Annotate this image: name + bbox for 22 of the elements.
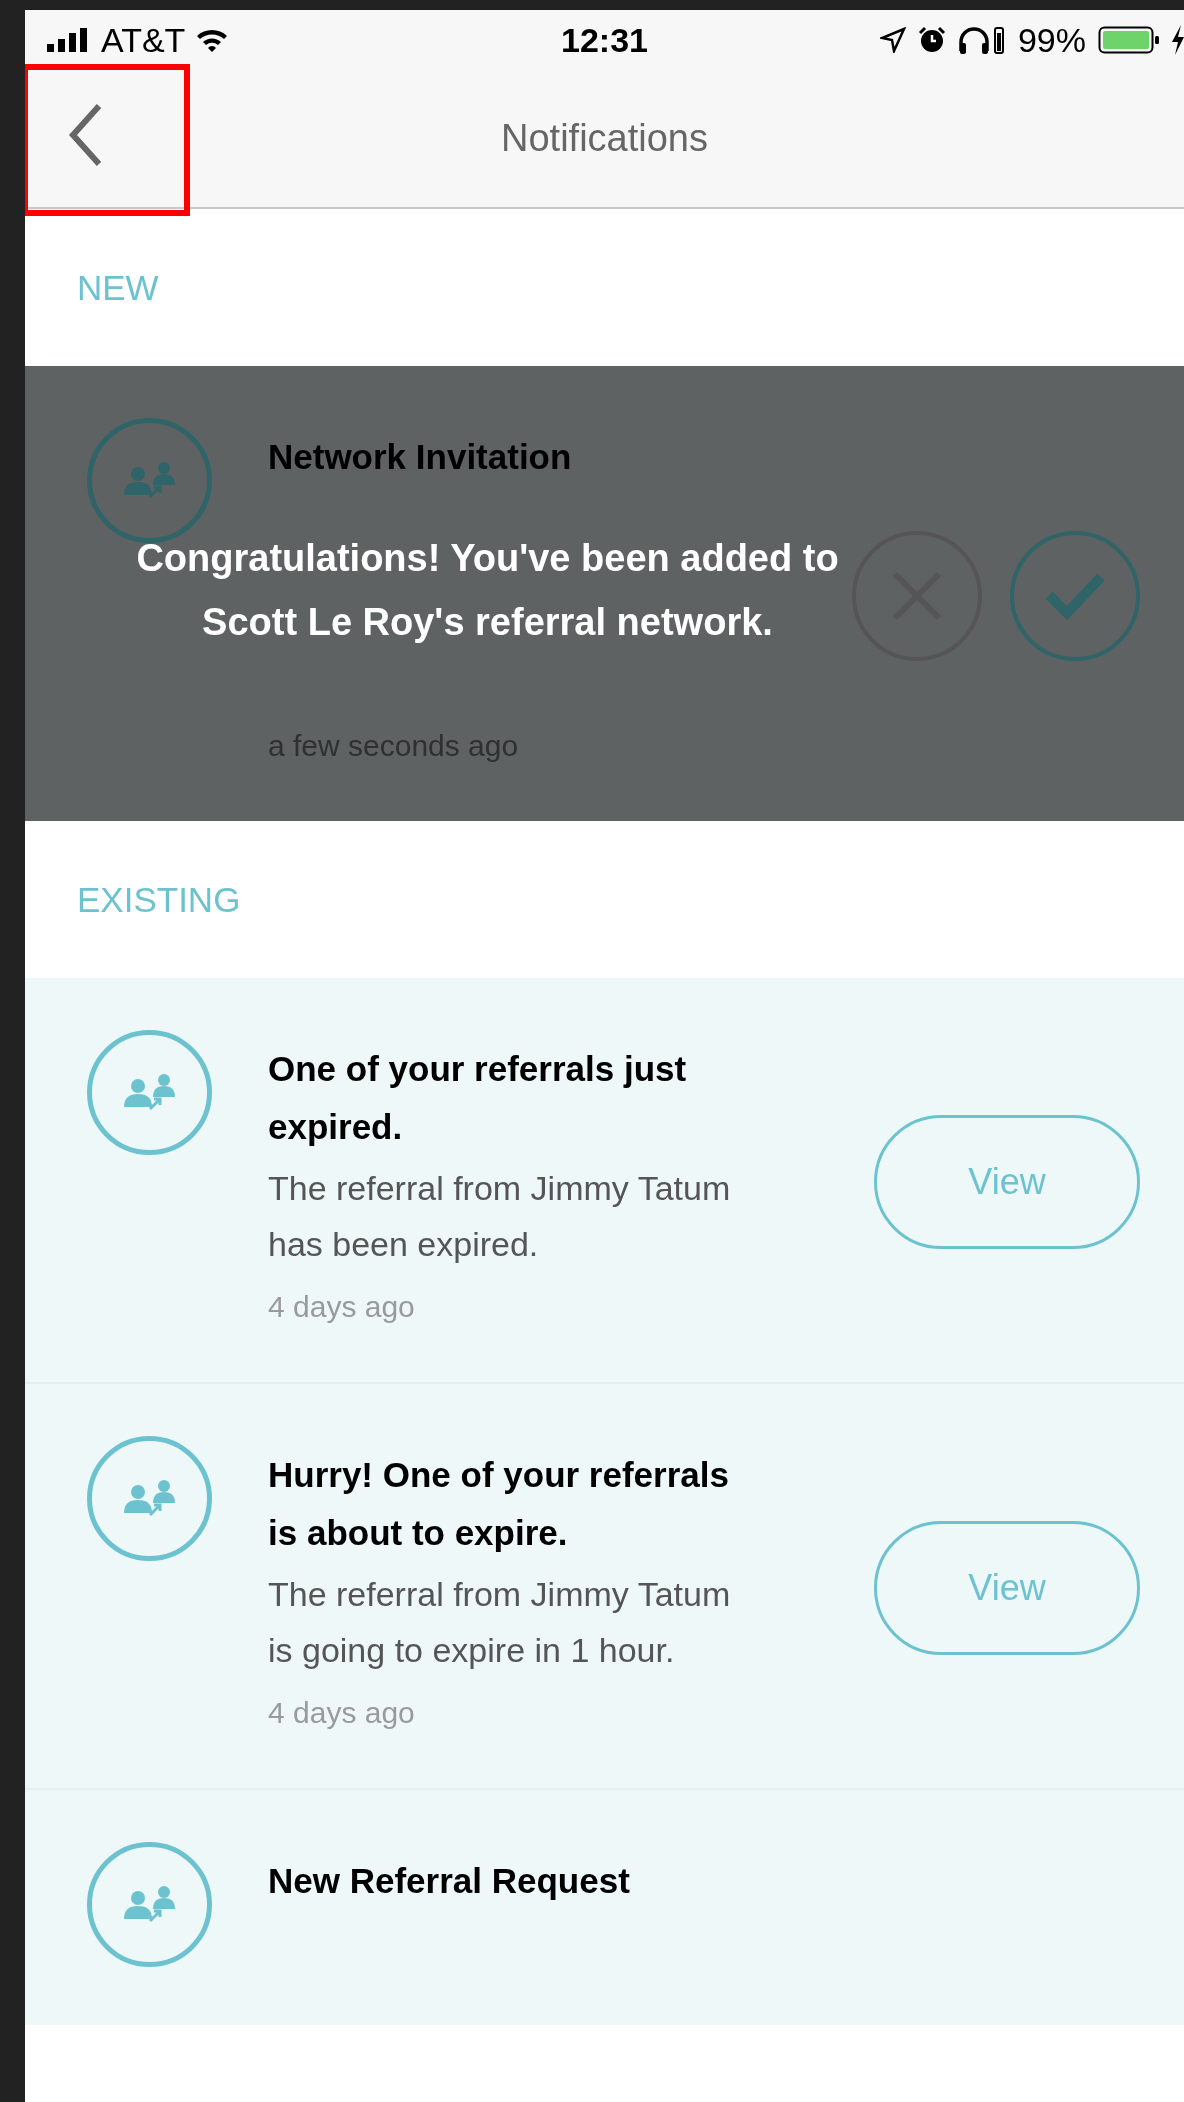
timestamp: 4 days ago <box>268 1290 416 1324</box>
notification-message: The referral from Jimmy Tatum is going to expire in 1 hour. <box>268 1574 732 1671</box>
view-button[interactable]: View <box>874 1521 1140 1655</box>
notification-title: One of your referrals just expired. <box>268 1048 688 1148</box>
location-arrow-icon <box>879 27 906 53</box>
notification-message: The referral from Jimmy Tatum has been expired. <box>268 1168 732 1265</box>
accept-button[interactable] <box>1010 530 1140 661</box>
carrier-label: AT&T <box>101 20 186 60</box>
alarm-clock-icon <box>917 26 946 54</box>
headphones-icon <box>957 25 1006 55</box>
notification-title: Hurry! One of your referrals is about to expire. <box>268 1454 730 1554</box>
screen-title: Notifications <box>501 117 708 160</box>
battery-icon <box>1098 25 1160 55</box>
toast-message: Congratulations! You've been added to Scott Le Roy's referral network. <box>135 536 840 645</box>
timestamp: 4 days ago <box>268 1696 416 1730</box>
view-button[interactable]: View <box>874 1115 1140 1249</box>
battery-percent: 99% <box>1017 20 1086 60</box>
clock-time: 12:31 <box>561 20 648 60</box>
notification-title: New Referral Request <box>268 1860 631 1902</box>
wifi-icon <box>195 27 230 53</box>
charging-bolt-icon <box>1172 25 1184 55</box>
notification-title: Network Invitation <box>268 436 573 478</box>
